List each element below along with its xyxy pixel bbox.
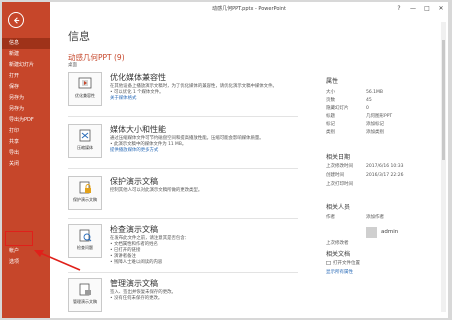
inspect-document-icon xyxy=(79,229,92,242)
manage-presentation-label: 管理演示文稿 xyxy=(73,299,97,304)
date-row: 创建时间 2016/3/17 22:26 xyxy=(326,173,404,178)
section-bullet: • 残障人士难以阅读的内容 xyxy=(110,260,163,265)
property-row: 页数 45 xyxy=(326,98,372,103)
manage-document-icon xyxy=(79,283,91,296)
sidebar-item-info[interactable]: 信息 xyxy=(2,38,50,49)
help-button[interactable]: ? xyxy=(392,2,406,16)
check-issues-label: 检查问题 xyxy=(77,245,93,250)
window-controls: ? — □ ✕ xyxy=(392,2,448,16)
sidebar-item-print[interactable]: 打印 xyxy=(2,126,50,137)
property-row: 隐藏幻灯片 0 xyxy=(326,106,369,111)
media-format-link[interactable]: 关于媒体格式 xyxy=(110,96,280,102)
sidebar-item-export-pdf[interactable]: 导出为PDF xyxy=(2,115,50,126)
optimize-compatibility-button[interactable]: 优化兼容性 xyxy=(68,72,102,106)
divider xyxy=(68,168,298,169)
divider xyxy=(68,218,298,219)
open-file-location[interactable]: 打开文件位置 xyxy=(326,260,360,266)
compress-media-label: 压缩媒体 xyxy=(77,145,93,150)
document-path[interactable]: 桌面 xyxy=(68,62,77,68)
compress-media-button[interactable]: 压缩媒体 xyxy=(68,124,102,158)
vertical-scrollbar[interactable] xyxy=(441,22,446,312)
options-highlight-box xyxy=(5,231,33,246)
film-icon xyxy=(78,77,92,89)
people-row: 上次修改者 xyxy=(326,241,349,246)
back-button[interactable] xyxy=(8,12,24,28)
minimize-button[interactable]: — xyxy=(406,2,420,16)
properties-heading[interactable]: 属性 xyxy=(326,76,438,85)
page-title: 信息 xyxy=(68,30,90,43)
section-desc: 控制其他人可以对此演示文稿所做的更改类型。 xyxy=(110,188,203,193)
section-heading: 优化媒体兼容性 xyxy=(110,73,166,82)
property-row: 大小 56.1MB xyxy=(326,90,383,95)
date-row: 上次打印时间 xyxy=(326,182,353,187)
sidebar-item-new[interactable]: 新建 xyxy=(2,49,50,60)
info-pane: 动感几何PPT.pptx - PowerPoint ? — □ ✕ 信息 动感几… xyxy=(50,2,448,318)
section-heading: 管理演示文稿 xyxy=(110,279,158,288)
related-dates-heading: 相关日期 xyxy=(326,154,351,161)
sidebar-nav: 信息 新建 新建幻灯片 打开 保存 另存为 另存为 导出为PDF 打印 共享 导… xyxy=(2,38,50,170)
related-docs-heading: 相关文档 xyxy=(326,251,351,258)
sidebar-item-save[interactable]: 保存 xyxy=(2,82,50,93)
close-button[interactable]: ✕ xyxy=(434,2,448,16)
sidebar-item-options[interactable]: 选项 xyxy=(2,257,50,268)
check-issues-button[interactable]: 检查问题 xyxy=(68,224,102,258)
sidebar-item-open[interactable]: 打开 xyxy=(2,71,50,82)
window-title: 动感几何PPT.pptx - PowerPoint xyxy=(212,6,286,12)
divider xyxy=(68,116,298,117)
sidebar-item-new-slide[interactable]: 新建幻灯片 xyxy=(2,60,50,71)
arrow-left-icon xyxy=(13,16,19,24)
sidebar-bottom: 帐户 选项 xyxy=(2,246,50,268)
section-heading: 保护演示文稿 xyxy=(110,177,158,186)
protect-presentation-button[interactable]: 保护演示文稿 xyxy=(68,176,102,210)
property-row: 类别 添加类别 xyxy=(326,130,384,135)
folder-icon xyxy=(326,261,331,265)
property-row: 标题 几何图形PPT xyxy=(326,114,393,119)
sidebar-item-save-as[interactable]: 另存为 xyxy=(2,93,50,104)
properties-panel: 属性 大小 56.1MB 页数 45 隐藏幻灯片 0 标题 几何图形PPT 标记 添加标记… xyxy=(326,76,438,137)
related-people-heading: 相关人员 xyxy=(326,204,351,211)
people-row: 作者 添加作者 xyxy=(326,215,384,220)
property-row: 标记 添加标记 xyxy=(326,122,384,127)
sidebar-item-save-as-2[interactable]: 另存为 xyxy=(2,104,50,115)
author-avatar xyxy=(366,227,377,238)
date-row: 上次修改时间 2017/6/16 10:33 xyxy=(326,164,404,169)
section-bullet: • 没有任何未保存的更改。 xyxy=(110,296,163,301)
manage-presentation-button[interactable]: 管理演示文稿 xyxy=(68,278,102,312)
playback-link[interactable]: 提供播放媒体的更多方式 xyxy=(110,148,280,154)
divider xyxy=(68,272,298,273)
compress-icon xyxy=(79,129,91,142)
sidebar-item-share[interactable]: 共享 xyxy=(2,137,50,148)
sidebar-item-account[interactable]: 帐户 xyxy=(2,246,50,257)
backstage-sidebar: 信息 新建 新建幻灯片 打开 保存 另存为 另存为 导出为PDF 打印 共享 导… xyxy=(2,2,50,318)
sidebar-item-export[interactable]: 导出 xyxy=(2,148,50,159)
sidebar-item-close[interactable]: 关闭 xyxy=(2,159,50,170)
lock-icon xyxy=(79,181,91,194)
optimize-compatibility-label: 优化兼容性 xyxy=(75,93,95,98)
maximize-button[interactable]: □ xyxy=(420,2,434,16)
author-name[interactable]: admin xyxy=(381,229,398,235)
show-all-properties-link[interactable]: 显示所有属性 xyxy=(326,269,353,275)
protect-presentation-label: 保护演示文稿 xyxy=(73,197,97,202)
section-heading: 检查演示文稿 xyxy=(110,225,158,234)
scrollbar-thumb[interactable] xyxy=(442,40,445,160)
section-heading: 媒体大小和性能 xyxy=(110,125,166,134)
